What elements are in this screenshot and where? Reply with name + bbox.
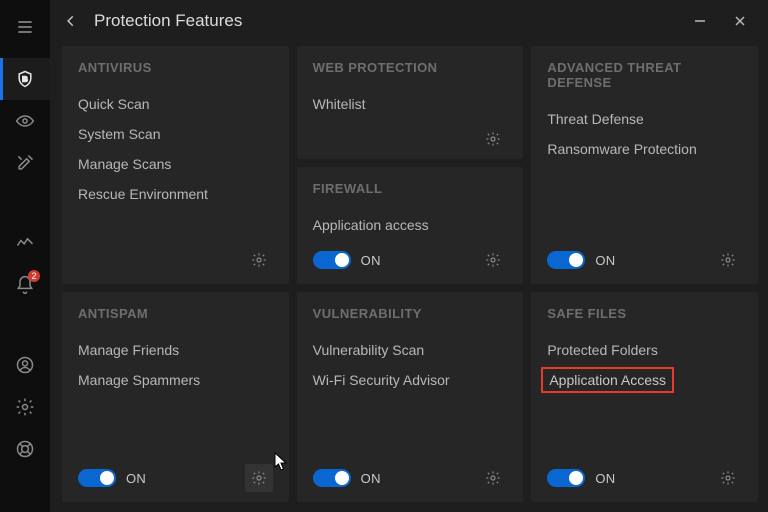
- vulnerability-toggle[interactable]: ON: [313, 469, 381, 487]
- webprotection-whitelist[interactable]: Whitelist: [313, 89, 508, 119]
- toggle-label: ON: [595, 471, 615, 486]
- toggle-label: ON: [361, 471, 381, 486]
- toggle-label: ON: [361, 253, 381, 268]
- toggle-label: ON: [126, 471, 146, 486]
- sidebar-item-activity[interactable]: [0, 222, 50, 264]
- card-antispam: ANTISPAM Manage Friends Manage Spammers …: [62, 292, 289, 502]
- toggle-label: ON: [595, 253, 615, 268]
- card-title: FIREWALL: [313, 181, 508, 196]
- safefiles-protected-folders[interactable]: Protected Folders: [547, 335, 742, 365]
- card-safe-files: SAFE FILES Protected Folders Application…: [531, 292, 758, 502]
- sidebar-item-notifications[interactable]: 2: [0, 264, 50, 306]
- notification-badge: 2: [28, 270, 40, 282]
- antivirus-quick-scan[interactable]: Quick Scan: [78, 89, 273, 119]
- card-title: ANTIVIRUS: [78, 60, 273, 75]
- gear-icon[interactable]: [479, 464, 507, 492]
- toggle-switch[interactable]: [547, 469, 585, 487]
- card-antivirus: ANTIVIRUS Quick Scan System Scan Manage …: [62, 46, 289, 284]
- firewall-toggle[interactable]: ON: [313, 251, 381, 269]
- toggle-switch[interactable]: [313, 251, 351, 269]
- sidebar-item-account[interactable]: [0, 344, 50, 386]
- svg-text:B: B: [22, 75, 28, 84]
- main-pane: Protection Features ANTIVIRUS Quick Scan…: [50, 0, 768, 512]
- back-button[interactable]: [58, 8, 84, 34]
- antivirus-rescue-env[interactable]: Rescue Environment: [78, 179, 273, 209]
- col-web-firewall: WEB PROTECTION Whitelist FIREWALL Applic…: [297, 46, 524, 284]
- vuln-wifi-advisor[interactable]: Wi-Fi Security Advisor: [313, 365, 508, 395]
- sidebar: B 2: [0, 0, 50, 512]
- antispam-manage-spammers[interactable]: Manage Spammers: [78, 365, 273, 395]
- toggle-switch[interactable]: [78, 469, 116, 487]
- advthreat-toggle[interactable]: ON: [547, 251, 615, 269]
- hamburger-icon[interactable]: [0, 6, 50, 48]
- close-button[interactable]: [720, 8, 760, 34]
- sidebar-item-settings[interactable]: [0, 386, 50, 428]
- card-title: ANTISPAM: [78, 306, 273, 321]
- safefiles-toggle[interactable]: ON: [547, 469, 615, 487]
- gear-icon[interactable]: [479, 246, 507, 274]
- card-title: SAFE FILES: [547, 306, 742, 321]
- vuln-scan[interactable]: Vulnerability Scan: [313, 335, 508, 365]
- gear-icon[interactable]: [479, 125, 507, 153]
- sidebar-item-support[interactable]: [0, 428, 50, 470]
- sidebar-item-protection[interactable]: B: [0, 58, 50, 100]
- firewall-app-access[interactable]: Application access: [313, 210, 508, 240]
- gear-icon[interactable]: [245, 246, 273, 274]
- antispam-toggle[interactable]: ON: [78, 469, 146, 487]
- card-title: VULNERABILITY: [313, 306, 508, 321]
- antivirus-manage-scans[interactable]: Manage Scans: [78, 149, 273, 179]
- page-title: Protection Features: [94, 11, 242, 31]
- sidebar-item-privacy[interactable]: [0, 100, 50, 142]
- gear-icon[interactable]: [245, 464, 273, 492]
- card-advanced-threat: ADVANCED THREAT DEFENSE Threat Defense R…: [531, 46, 758, 284]
- card-title: WEB PROTECTION: [313, 60, 508, 75]
- antivirus-system-scan[interactable]: System Scan: [78, 119, 273, 149]
- sidebar-item-tools[interactable]: [0, 142, 50, 184]
- advthreat-ransomware[interactable]: Ransomware Protection: [547, 134, 742, 164]
- card-title: ADVANCED THREAT DEFENSE: [547, 60, 742, 90]
- card-vulnerability: VULNERABILITY Vulnerability Scan Wi-Fi S…: [297, 292, 524, 502]
- card-web-protection: WEB PROTECTION Whitelist: [297, 46, 524, 159]
- minimize-button[interactable]: [680, 8, 720, 34]
- gear-icon[interactable]: [714, 464, 742, 492]
- safefiles-application-access[interactable]: Application Access: [541, 367, 674, 393]
- toggle-switch[interactable]: [547, 251, 585, 269]
- app-root: B 2 Protection: [0, 0, 768, 512]
- antispam-manage-friends[interactable]: Manage Friends: [78, 335, 273, 365]
- advthreat-threat-defense[interactable]: Threat Defense: [547, 104, 742, 134]
- card-firewall: FIREWALL Application access ON: [297, 167, 524, 284]
- toggle-switch[interactable]: [313, 469, 351, 487]
- gear-icon[interactable]: [714, 246, 742, 274]
- titlebar: Protection Features: [50, 0, 768, 42]
- card-grid: ANTIVIRUS Quick Scan System Scan Manage …: [50, 42, 768, 512]
